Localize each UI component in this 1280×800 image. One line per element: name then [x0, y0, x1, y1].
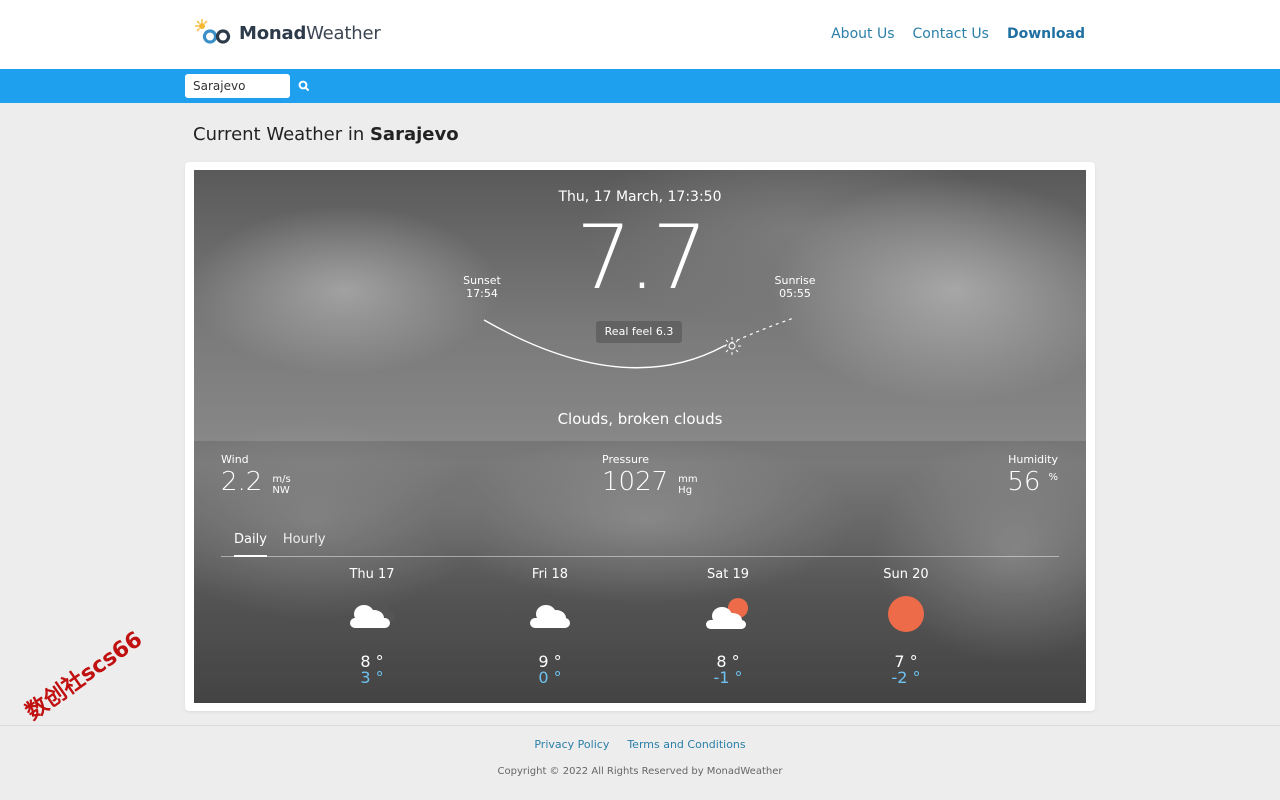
pressure-value: 1027 — [602, 467, 669, 497]
wind-label: Wind — [221, 453, 249, 466]
tab-daily[interactable]: Daily — [234, 532, 267, 557]
wind-metric: Wind 2.2 m/s NW — [221, 453, 291, 496]
main-nav: About Us Contact Us Download — [831, 26, 1085, 42]
wind-unit: m/s — [272, 474, 291, 485]
city-search-input[interactable] — [185, 74, 290, 98]
forecast-min-temp: -1 ° — [713, 668, 743, 687]
forecast-day: Sat 19 8 ° -1 ° — [688, 567, 768, 686]
forecast-day-name: Sun 20 — [883, 567, 929, 582]
sunset-info: Sunset 17:54 — [452, 274, 512, 300]
forecast-day-name: Thu 17 — [349, 567, 395, 582]
partly-cloudy-icon — [688, 590, 768, 642]
sunrise-time: 05:55 — [779, 287, 811, 300]
pressure-unit: mm — [678, 474, 698, 485]
forecast-min-temp: 0 ° — [538, 668, 562, 687]
real-feel-badge: Real feel 6.3 — [596, 321, 682, 343]
forecast-min-temp: -2 ° — [891, 668, 921, 687]
footer-links: Privacy Policy Terms and Conditions — [0, 738, 1280, 751]
forecast-day: Fri 18 9 ° 0 ° — [510, 567, 590, 686]
site-logo[interactable]: MonadWeather — [193, 17, 381, 49]
logo-icon — [193, 17, 239, 49]
humidity-unit: % — [1048, 472, 1058, 483]
tab-hourly[interactable]: Hourly — [283, 532, 326, 557]
current-temperature: 7.7 — [576, 206, 708, 309]
sunrise-info: Sunrise 05:55 — [765, 274, 825, 300]
copyright-text: Copyright © 2022 All Rights Reserved by … — [497, 766, 783, 777]
pressure-metric: Pressure 1027 mm Hg — [602, 453, 698, 496]
wind-value: 2.2 — [221, 467, 263, 497]
wind-direction: NW — [272, 485, 290, 496]
forecast-day-name: Sat 19 — [707, 567, 749, 582]
sunset-label: Sunset — [463, 274, 501, 287]
search-bar — [0, 69, 1280, 103]
weather-condition: Clouds, broken clouds — [557, 410, 723, 428]
terms-link[interactable]: Terms and Conditions — [627, 738, 745, 751]
pressure-unit-hg: Hg — [678, 485, 693, 496]
privacy-policy-link[interactable]: Privacy Policy — [534, 738, 609, 751]
dark-clouds-icon — [332, 590, 412, 642]
logo-wordmark: MonadWeather — [239, 22, 381, 44]
tabs-divider — [221, 556, 1059, 557]
forecast-day: Sun 20 7 ° -2 ° — [866, 567, 946, 686]
humidity-label: Humidity — [1008, 453, 1058, 466]
cloud-icon — [510, 590, 590, 642]
humidity-metric: Humidity 56 % — [1007, 453, 1058, 496]
sunset-time: 17:54 — [466, 287, 498, 300]
pressure-label: Pressure — [602, 453, 649, 466]
forecast-day-name: Fri 18 — [531, 567, 569, 582]
forecast-min-temp: 3 ° — [360, 668, 384, 687]
weather-card: Thu, 17 March, 17:3:50 7.7 Sunset 17:54 … — [194, 170, 1086, 703]
humidity-value: 56 — [1007, 467, 1041, 497]
watermark: 数创社scs66 — [21, 626, 148, 726]
footer-divider — [0, 725, 1280, 726]
nav-contact-us[interactable]: Contact Us — [913, 26, 989, 42]
forecast-tabs: Daily Hourly — [234, 532, 326, 557]
current-datetime: Thu, 17 March, 17:3:50 — [558, 189, 722, 205]
page-title: Current Weather in Sarajevo — [193, 124, 459, 145]
forecast-day: Thu 17 8 ° 3 ° — [332, 567, 412, 686]
nav-download[interactable]: Download — [1007, 26, 1085, 42]
sun-icon — [866, 590, 946, 642]
nav-about-us[interactable]: About Us — [831, 26, 894, 42]
site-header: MonadWeather About Us Contact Us Downloa… — [0, 0, 1280, 69]
search-icon[interactable] — [296, 78, 312, 94]
sunrise-label: Sunrise — [774, 274, 816, 287]
city-name: Sarajevo — [369, 124, 459, 145]
